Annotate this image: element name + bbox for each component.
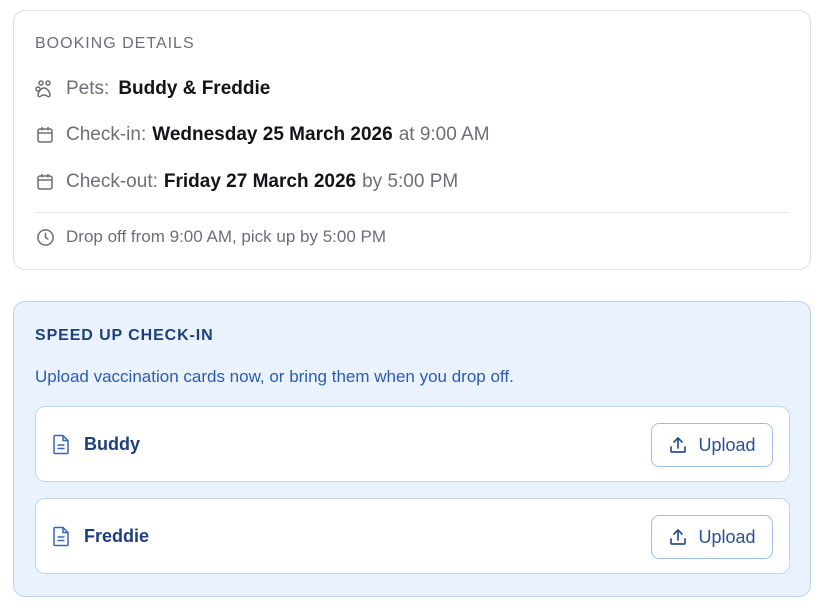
document-icon (52, 434, 72, 456)
pet-upload-row: Freddie Upload (35, 498, 790, 574)
divider (35, 212, 789, 213)
upload-button-freddie[interactable]: Upload (651, 515, 773, 559)
pets-row: Pets: Buddy & Freddie (35, 76, 270, 102)
speed-up-subtitle: Upload vaccination cards now, or bring t… (35, 367, 514, 386)
checkin-date: Wednesday 25 March 2026 (152, 124, 393, 145)
speed-up-checkin-card: SPEED UP CHECK-IN Upload vaccination car… (13, 301, 811, 597)
pet-upload-row: Buddy Upload (35, 406, 790, 482)
checkin-row: Check-in: Wednesday 25 March 2026 at 9:0… (35, 122, 490, 148)
upload-button-label: Upload (698, 434, 756, 455)
upload-button-label: Upload (698, 526, 756, 547)
pets-label: Pets: (66, 78, 110, 99)
checkout-date: Friday 27 March 2026 (163, 171, 357, 192)
pet-name: Freddie (84, 526, 150, 546)
checkin-label: Check-in: (66, 124, 147, 145)
pet-name: Buddy (84, 434, 140, 454)
booking-details-card: BOOKING DETAILS Pets: Buddy & Freddie Ch… (13, 10, 811, 270)
checkout-label: Check-out: (66, 171, 158, 192)
dropoff-note: Drop off from 9:00 AM, pick up by 5:00 P… (66, 227, 387, 246)
paw-icon (35, 79, 55, 99)
document-icon (52, 526, 72, 548)
upload-icon (668, 527, 688, 547)
checkout-row: Check-out: Friday 27 March 2026 by 5:00 … (35, 169, 458, 195)
booking-details-title: BOOKING DETAILS (35, 35, 195, 52)
upload-button-buddy[interactable]: Upload (651, 423, 773, 467)
clock-icon (35, 227, 55, 247)
pets-value: Buddy & Freddie (118, 78, 271, 99)
upload-icon (668, 435, 688, 455)
dropoff-row: Drop off from 9:00 AM, pick up by 5:00 P… (35, 224, 386, 250)
calendar-icon (35, 125, 55, 145)
speed-up-title: SPEED UP CHECK-IN (35, 327, 214, 344)
checkout-time: by 5:00 PM (362, 171, 459, 192)
checkin-time: at 9:00 AM (398, 124, 490, 145)
calendar-icon (35, 172, 55, 192)
